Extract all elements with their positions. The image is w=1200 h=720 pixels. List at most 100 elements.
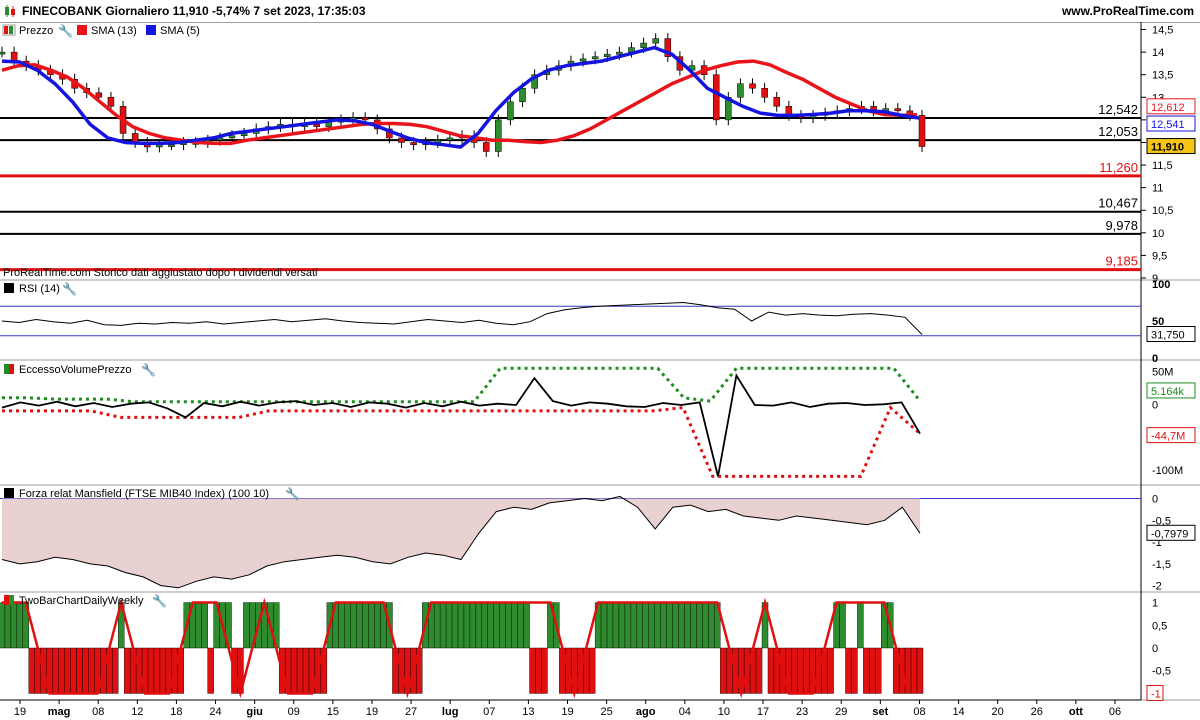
x-tick-label: 17 — [757, 706, 769, 718]
wrench-icon[interactable]: 🔧 — [58, 23, 73, 38]
level-label: 11,260 — [1099, 160, 1138, 175]
twobar-bar — [875, 647, 882, 694]
twobar-bar — [368, 602, 375, 649]
mansfield-area — [2, 496, 920, 588]
excess-legend[interactable]: EccessoVolumePrezzo 🔧 — [4, 362, 156, 377]
twobar-bar — [708, 602, 715, 649]
twobar-bar — [10, 602, 18, 649]
mansfield-badge-label: -0,7979 — [1151, 528, 1188, 540]
price-legend-icon-up — [9, 26, 13, 34]
candle-body — [313, 124, 320, 127]
wrench-icon[interactable]: 🔧 — [62, 281, 77, 296]
x-tick-label: 04 — [679, 706, 691, 718]
x-tick-label: 06 — [1109, 706, 1121, 718]
twobar-legend[interactable]: TwoBarChartDailyWeekly 🔧 — [4, 593, 167, 608]
candle-body — [652, 38, 659, 44]
twobar-bar — [684, 602, 691, 649]
x-tick-label: 20 — [992, 706, 1004, 718]
twobar-bar — [511, 602, 518, 649]
price-badge-label: 11,910 — [1151, 142, 1184, 154]
twobar-bar — [541, 647, 548, 694]
candle-body — [446, 137, 454, 141]
candle-body — [398, 137, 405, 143]
price-panel[interactable]: 12,542 12,053 11,260 10,467 9,978 9,185 14,5 14… — [0, 25, 1196, 285]
price-legend-icon — [4, 26, 8, 34]
twobar-bar — [600, 602, 608, 649]
twobar-bar — [666, 602, 673, 649]
twobar-bar — [910, 647, 918, 694]
y-tick-label: 11,5 — [1152, 160, 1173, 172]
twobar-bar — [505, 602, 512, 649]
candle-body — [10, 51, 18, 62]
candle-body — [168, 144, 175, 147]
x-tick-label: 27 — [405, 706, 417, 718]
twobar-bar — [827, 647, 834, 694]
sma5-swatch — [146, 25, 156, 35]
mansfield-legend[interactable]: Forza relat Mansfield (FTSE MIB40 Index)… — [4, 486, 300, 501]
wrench-icon[interactable]: 🔧 — [141, 362, 156, 377]
rsi-legend[interactable]: RSI (14) 🔧 — [4, 281, 77, 296]
wrench-icon[interactable]: 🔧 — [152, 593, 167, 608]
price-legend[interactable]: Prezzo 🔧 SMA (13) SMA (5) — [2, 23, 200, 38]
sma5-line — [1, 45, 920, 149]
twobar-bar — [147, 647, 155, 694]
twobar-bar — [618, 602, 626, 649]
twobar-bar — [606, 602, 614, 649]
x-tick-label: set — [872, 706, 888, 718]
rsi-swatch — [4, 283, 14, 293]
x-tick-label: 25 — [600, 706, 612, 718]
level-label: 12,053 — [1098, 124, 1138, 139]
candle-body — [773, 97, 780, 107]
twobar-bar — [869, 647, 876, 694]
wrench-icon[interactable]: 🔧 — [285, 486, 300, 501]
candle-body — [0, 51, 6, 55]
y-tick-label: 11 — [1152, 183, 1163, 195]
candle-body — [361, 117, 369, 121]
excess-swatch-red — [9, 364, 14, 374]
twobar-bar — [702, 602, 709, 649]
twobar-bar — [678, 602, 685, 649]
x-tick-label: lug — [442, 706, 459, 718]
rsi-line — [1, 301, 923, 335]
mansfield-panel[interactable]: 0-0,5-1-1,5-2-0,7979 — [0, 494, 1196, 593]
twobar-bar — [296, 647, 304, 694]
twobar-bar — [243, 602, 250, 649]
excess-volume-panel[interactable]: 50M0-44,7M-100M5.164k-44,7M — [1, 367, 1196, 478]
twobar-bar — [88, 647, 95, 694]
twobar-bar — [660, 602, 667, 649]
y-tick-label: 100 — [1152, 279, 1170, 291]
candle-body — [507, 101, 514, 121]
twobar-badge-label: -1 — [1151, 688, 1161, 700]
twobar-bar — [535, 647, 542, 694]
twobar-bar — [475, 602, 483, 649]
x-tick-label: 14 — [952, 706, 964, 718]
twobar-bar — [195, 602, 202, 649]
mansfield-swatch — [4, 488, 14, 498]
twobar-bar — [690, 602, 697, 649]
twobar-bar — [523, 602, 530, 649]
rsi-panel[interactable]: 10050031,750 — [0, 279, 1196, 365]
y-tick-label: 0 — [1152, 399, 1158, 411]
twobar-bar — [797, 647, 804, 694]
excess-lower-dotted — [2, 405, 921, 478]
twobar-bar — [624, 602, 632, 649]
twobar-bar — [439, 602, 447, 649]
excess-badge-lower-label: -44,7M — [1151, 431, 1185, 443]
y-tick-label: 13,5 — [1152, 70, 1173, 82]
candle-body — [712, 74, 720, 121]
y-tick-label: 0 — [1152, 643, 1158, 655]
twobar-bar — [767, 647, 775, 694]
candle-body — [482, 142, 490, 152]
twobar-bar — [654, 602, 661, 649]
twobar-panel[interactable]: 10,50-0,5-1-1 — [0, 598, 1171, 701]
level-label: 12,542 — [1098, 102, 1138, 117]
x-tick-label: 19 — [14, 706, 26, 718]
candle-body — [495, 119, 502, 152]
candle-body — [749, 83, 756, 89]
twobar-bar — [201, 602, 208, 649]
y-tick-label: 0,5 — [1152, 620, 1167, 632]
twobar-bar — [28, 647, 36, 694]
candle-body — [519, 88, 526, 103]
twobar-bar — [207, 647, 214, 694]
legend-sma5-label: SMA (5) — [160, 25, 200, 37]
